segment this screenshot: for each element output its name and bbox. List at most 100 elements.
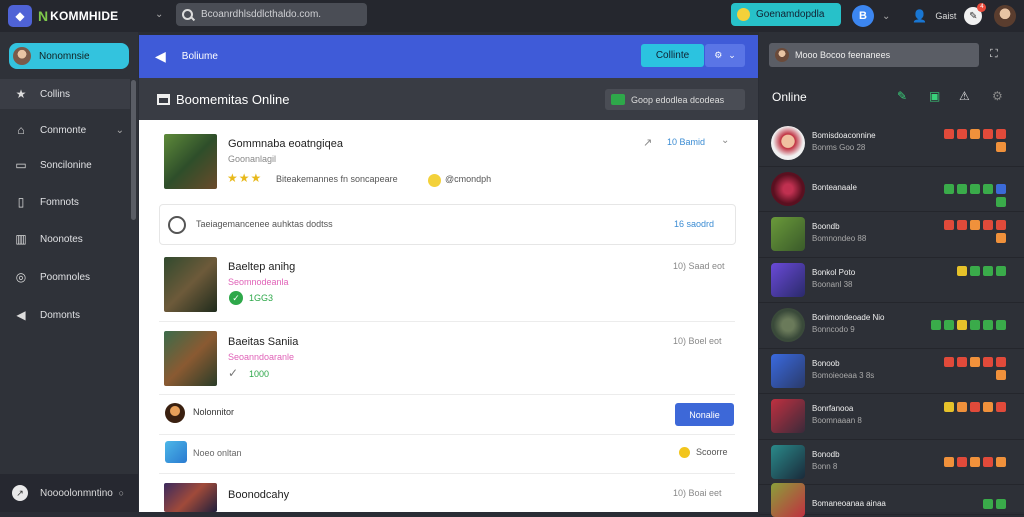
- app-logo[interactable]: ◆ N KOMMHIDE: [8, 5, 168, 27]
- post-right-link[interactable]: 10 Bamid: [667, 137, 705, 147]
- status-badges: [936, 499, 1006, 509]
- contact-sub: Bonn 8: [812, 461, 838, 471]
- post-thumbnail[interactable]: [164, 483, 217, 512]
- badge-icon: [970, 220, 980, 230]
- settings-icon[interactable]: ⚙: [992, 89, 1003, 103]
- main-header-title: Boliume: [181, 51, 218, 62]
- panel-title: Online: [772, 90, 807, 104]
- badge-icon: [983, 402, 993, 412]
- share-icon[interactable]: ↗: [643, 136, 652, 149]
- chevron-down-icon[interactable]: ⌄: [882, 11, 890, 22]
- note-right[interactable]: Scoorre: [696, 447, 728, 457]
- smiley-icon: [428, 174, 441, 187]
- avatar: [771, 308, 805, 343]
- badge-icon: [957, 456, 967, 467]
- sidebar-active-item[interactable]: Nonomnsie: [9, 43, 129, 69]
- post-time: 10) Boel eot: [673, 336, 722, 346]
- badge-icon: [957, 402, 967, 412]
- contact-name: Bonoob: [812, 358, 840, 368]
- sidebar-bottom-item[interactable]: ↗ Noooolonmntino ○: [0, 474, 138, 512]
- chevron-down-icon: ⌄: [115, 124, 124, 136]
- post-title[interactable]: Baeltep anihg: [228, 261, 295, 273]
- avatar: [771, 171, 805, 206]
- main-header: ◀ Boliume Collinte ⚙ ⌄: [139, 35, 758, 78]
- sub-header-button[interactable]: Goop edodlea dcodeas: [605, 89, 745, 110]
- badge-icon: [957, 183, 967, 194]
- post-thumbnail[interactable]: [164, 331, 217, 386]
- list-item[interactable]: Bomisdoaconnine Bonms Goo 28: [759, 121, 1024, 167]
- follow-button[interactable]: Nonalie: [675, 403, 734, 426]
- sidebar-item-domonts[interactable]: ◀ Domonts: [0, 300, 130, 330]
- star-icon: ★: [15, 87, 27, 101]
- post-subtitle: Seomnodeanla: [228, 277, 289, 287]
- post-title[interactable]: Gommnaba eoatngiqea: [228, 138, 343, 150]
- avatar[interactable]: [994, 5, 1017, 27]
- sidebar-item-label: Soncilonine: [40, 159, 92, 171]
- expand-icon[interactable]: ⛶: [990, 48, 998, 61]
- sub-header: Boomemitas Online Goop edodlea dcodeas: [139, 78, 758, 120]
- logo-text: KOMMHIDE: [50, 9, 119, 23]
- user-label[interactable]: Gaist: [935, 11, 956, 21]
- badge-icon: [944, 320, 954, 330]
- header-action-button[interactable]: Collinte: [641, 44, 704, 67]
- back-icon[interactable]: ◀: [155, 48, 166, 65]
- avatar[interactable]: [165, 403, 185, 423]
- sidebar-scrollbar[interactable]: [131, 80, 136, 220]
- sidebar-item-poomnoles[interactable]: ◎ Poomnoles: [0, 262, 130, 292]
- settings-icon: ⚙: [714, 50, 723, 60]
- alert-icon[interactable]: ⚠: [959, 89, 970, 103]
- contact-name: Bonkol Poto: [812, 267, 856, 277]
- list-item[interactable]: Boondb Bomnondeo 88: [759, 212, 1024, 258]
- page-title: Boomemitas Online: [176, 91, 290, 107]
- contact-name: Bonteanaale: [812, 182, 857, 192]
- list-item[interactable]: Bonimondeoade Nio Bonncodo 9: [759, 303, 1024, 349]
- list-item[interactable]: Bomaneoanaa ainaa: [759, 482, 1024, 517]
- notification-icon[interactable]: ✎ 4: [964, 3, 987, 25]
- search-input[interactable]: Bcoanrdhlsddlcthaldo.com.: [176, 3, 367, 26]
- sidebar-item-collins[interactable]: ★ Collins: [0, 79, 130, 109]
- promo-button[interactable]: Goenamdopdla: [731, 3, 841, 26]
- badge-icon: [996, 356, 1006, 367]
- divider: [159, 434, 735, 435]
- avatar: [775, 48, 789, 62]
- user-icon[interactable]: 👤: [912, 9, 927, 23]
- badge-icon: [944, 129, 954, 139]
- badge-icon: [996, 129, 1006, 139]
- top-bar: ◆ N KOMMHIDE ⌄ Bcoanrdhlsddlcthaldo.com.…: [0, 0, 1024, 32]
- chevron-down-icon[interactable]: ⌄: [721, 135, 729, 146]
- badge-icon: [983, 220, 993, 230]
- pencil-icon[interactable]: ✎: [897, 89, 907, 103]
- edit-square-icon[interactable]: ▣: [929, 89, 940, 103]
- status-badges: [936, 129, 1006, 152]
- list-item[interactable]: Bonrfanooa Boomnaaan 8: [759, 394, 1024, 440]
- badge-icon: [996, 320, 1006, 330]
- info-box-link[interactable]: 16 saodrd: [674, 219, 714, 229]
- post-title[interactable]: Baeitas Saniia: [228, 336, 298, 348]
- badge-icon: [970, 129, 980, 139]
- post-thumbnail[interactable]: [164, 134, 217, 189]
- sidebar-item-label: Poomnoles: [40, 271, 91, 283]
- list-item[interactable]: Bonodb Bonn 8: [759, 440, 1024, 485]
- sidebar-item-soncilonine[interactable]: ▭ Soncilonine: [0, 150, 130, 180]
- blue-badge[interactable]: B: [852, 5, 874, 27]
- badge-icon: [983, 499, 993, 509]
- sidebar-item-noonotes[interactable]: ▥ Noonotes: [0, 224, 130, 254]
- chevron-down-icon[interactable]: ⌄: [155, 9, 163, 20]
- post-extra[interactable]: @cmondph: [445, 174, 491, 184]
- avatar: [771, 126, 805, 161]
- person-name[interactable]: Nolonnitor: [193, 407, 234, 417]
- status-badges: [936, 456, 1006, 467]
- badge-icon: [996, 369, 1006, 380]
- sidebar-item-conmonte[interactable]: ⌂ Conmonte ⌄: [0, 115, 130, 145]
- sidebar-item-fomnots[interactable]: ▯ Fomnots: [0, 187, 130, 217]
- list-item[interactable]: Bonteanaale: [759, 167, 1024, 212]
- header-menu-button[interactable]: ⚙ ⌄: [705, 44, 745, 67]
- post-thumbnail[interactable]: [164, 257, 217, 312]
- avatar: [771, 444, 805, 479]
- panel-search-input[interactable]: Mooo Bocoo feenanees: [769, 43, 979, 67]
- list-item[interactable]: Bonoob Bomoieoeaa 3 8s: [759, 349, 1024, 394]
- toggle-icon[interactable]: ○: [119, 488, 124, 498]
- post-title[interactable]: Boonodcahy: [228, 489, 289, 501]
- list-item[interactable]: Bonkol Poto Boonanl 38: [759, 258, 1024, 303]
- status-badges: [936, 265, 1006, 276]
